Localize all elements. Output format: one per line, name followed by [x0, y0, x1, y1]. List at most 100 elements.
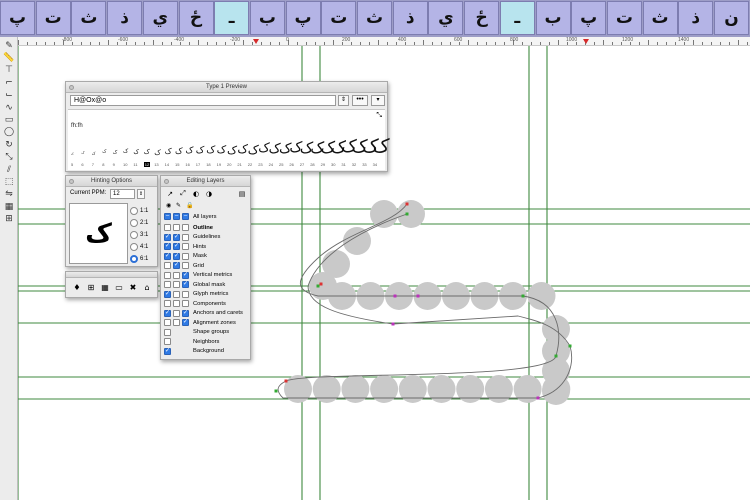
glyph-cell[interactable]: ځ: [178, 1, 214, 35]
layer-row[interactable]: Outline: [164, 223, 250, 232]
layer-checkbox[interactable]: ✓: [173, 262, 180, 269]
preview-size-label[interactable]: 25: [279, 162, 283, 167]
close-icon[interactable]: [69, 179, 74, 184]
ratio-radio[interactable]: [130, 231, 138, 239]
flip-icon[interactable]: ⇋: [2, 189, 16, 200]
ruler-pen-icon[interactable]: 📏: [2, 52, 16, 63]
layer-checkbox[interactable]: [164, 271, 171, 279]
tools-panel-titlebar[interactable]: [66, 272, 157, 278]
glyph-cell[interactable]: ت: [321, 1, 357, 35]
layer-row[interactable]: Components: [164, 299, 250, 308]
ppm-stepper-icon[interactable]: ⇕: [137, 189, 145, 199]
layer-checkbox[interactable]: ✓: [173, 252, 180, 260]
layer-checkbox[interactable]: [173, 300, 180, 307]
layer-checkbox[interactable]: –: [182, 213, 189, 220]
preview-size-label[interactable]: 9: [113, 162, 115, 167]
layer-checkbox[interactable]: ✓: [173, 233, 180, 241]
rectangle-tool-icon[interactable]: ▭: [2, 114, 16, 125]
layer-checkbox[interactable]: ✓: [164, 347, 171, 355]
glyph-cell[interactable]: ث: [357, 1, 392, 35]
preview-size-label[interactable]: 30: [331, 162, 335, 167]
preview-menu-button[interactable]: ▾: [371, 95, 385, 106]
glyph-cell[interactable]: ذ: [107, 1, 143, 35]
outline-point[interactable]: [316, 284, 320, 288]
layer-checkbox[interactable]: [164, 300, 171, 307]
layer-checkbox[interactable]: [182, 233, 189, 241]
window-icon[interactable]: ▭: [113, 281, 125, 293]
glyph-cell[interactable]: ب: [249, 1, 285, 35]
preview-size-label[interactable]: 21: [237, 162, 241, 167]
layer-checkbox[interactable]: [164, 328, 171, 336]
layer-checkbox[interactable]: ✓: [182, 281, 189, 288]
preview-size-label[interactable]: 10: [123, 162, 127, 167]
layer-tool-icon[interactable]: ↗: [164, 188, 176, 199]
layer-row[interactable]: ✓ Grid: [164, 261, 250, 270]
layer-row[interactable]: ✓ ✓ Anchors and carets: [164, 309, 250, 318]
outline-point[interactable]: [319, 282, 323, 286]
glyph-cell[interactable]: ـ: [499, 1, 535, 35]
glyph-cell[interactable]: پ: [0, 1, 35, 35]
glyph-cell[interactable]: پ: [571, 1, 607, 35]
glyph-cell[interactable]: ب: [535, 1, 571, 35]
diamond-icon[interactable]: ♦: [71, 281, 83, 293]
preview-size-label[interactable]: 20: [227, 162, 231, 167]
outline-point[interactable]: [274, 389, 278, 393]
layer-checkbox[interactable]: [173, 309, 180, 317]
ratio-option[interactable]: 3:1: [130, 230, 148, 240]
layer-checkbox[interactable]: [164, 224, 171, 231]
outline-point[interactable]: [405, 202, 409, 206]
ppm-input[interactable]: 12: [110, 189, 135, 199]
layer-checkbox[interactable]: [182, 252, 189, 260]
layer-checkbox[interactable]: [182, 224, 189, 231]
lamp-icon[interactable]: ⌂: [141, 281, 153, 293]
preview-size-label[interactable]: 27: [300, 162, 304, 167]
more-options-button[interactable]: •••: [352, 95, 368, 106]
hint-grid-icon[interactable]: ▦: [2, 201, 16, 212]
layer-checkbox[interactable]: ✓: [164, 309, 171, 317]
layer-row[interactable]: ✓ ✓ Guidelines: [164, 233, 250, 242]
layer-checkbox[interactable]: [173, 281, 180, 288]
preview-size-label[interactable]: 33: [362, 162, 366, 167]
ratio-option[interactable]: 6:1: [130, 254, 148, 264]
ratio-radio[interactable]: [130, 219, 138, 227]
layer-row-all[interactable]: – – – All layers: [164, 212, 250, 221]
preview-size-label[interactable]: 34: [373, 162, 377, 167]
layer-checkbox[interactable]: [173, 290, 180, 298]
glyph-cell[interactable]: ځ: [464, 1, 500, 35]
preview-size-label[interactable]: 7: [92, 162, 94, 167]
layer-tool-icon[interactable]: ◐: [190, 188, 202, 199]
layer-checkbox[interactable]: ✓: [164, 290, 171, 298]
layer-checkbox[interactable]: ✓: [164, 243, 171, 250]
preview-size-label[interactable]: 24: [269, 162, 273, 167]
layer-checkbox[interactable]: [173, 224, 180, 231]
ratio-option[interactable]: 1:1: [130, 206, 148, 216]
ratio-radio[interactable]: [130, 243, 138, 251]
glyph-cell[interactable]: ث: [71, 1, 107, 35]
knife-right-icon[interactable]: ⌙: [2, 90, 16, 101]
layer-checkbox[interactable]: –: [164, 213, 171, 220]
preview-size-label[interactable]: 29: [321, 162, 325, 167]
layer-checkbox[interactable]: [164, 319, 171, 326]
outline-point[interactable]: [405, 212, 409, 216]
add-layer-icon[interactable]: ▤: [236, 188, 248, 199]
expand-icon[interactable]: ⤡: [376, 112, 382, 120]
glyph-cell[interactable]: ث: [642, 1, 678, 35]
ellipse-tool-icon[interactable]: ◯: [2, 127, 16, 138]
rotate-icon[interactable]: ↻: [2, 139, 16, 150]
layer-row[interactable]: Neighbors: [164, 337, 250, 346]
ratio-option[interactable]: 4:1: [130, 242, 148, 252]
layer-row[interactable]: ✓ Alignment zones: [164, 318, 250, 327]
preview-panel-title[interactable]: Type 1 Preview: [66, 82, 387, 93]
layer-checkbox[interactable]: [182, 262, 189, 269]
glyph-cell[interactable]: ي: [142, 1, 178, 35]
preview-size-label[interactable]: 28: [310, 162, 314, 167]
outline-point[interactable]: [554, 354, 558, 358]
layer-checkbox[interactable]: [182, 290, 189, 298]
outline-point[interactable]: [393, 294, 397, 298]
glyph-cell[interactable]: ت: [606, 1, 642, 35]
preview-size-label[interactable]: 6: [81, 162, 83, 167]
layer-checkbox[interactable]: ✓: [173, 243, 180, 250]
ruler-marker-icon[interactable]: [583, 39, 589, 44]
pencil-icon[interactable]: ✎: [2, 40, 16, 51]
thumbtack-icon[interactable]: ⊤: [2, 65, 16, 76]
